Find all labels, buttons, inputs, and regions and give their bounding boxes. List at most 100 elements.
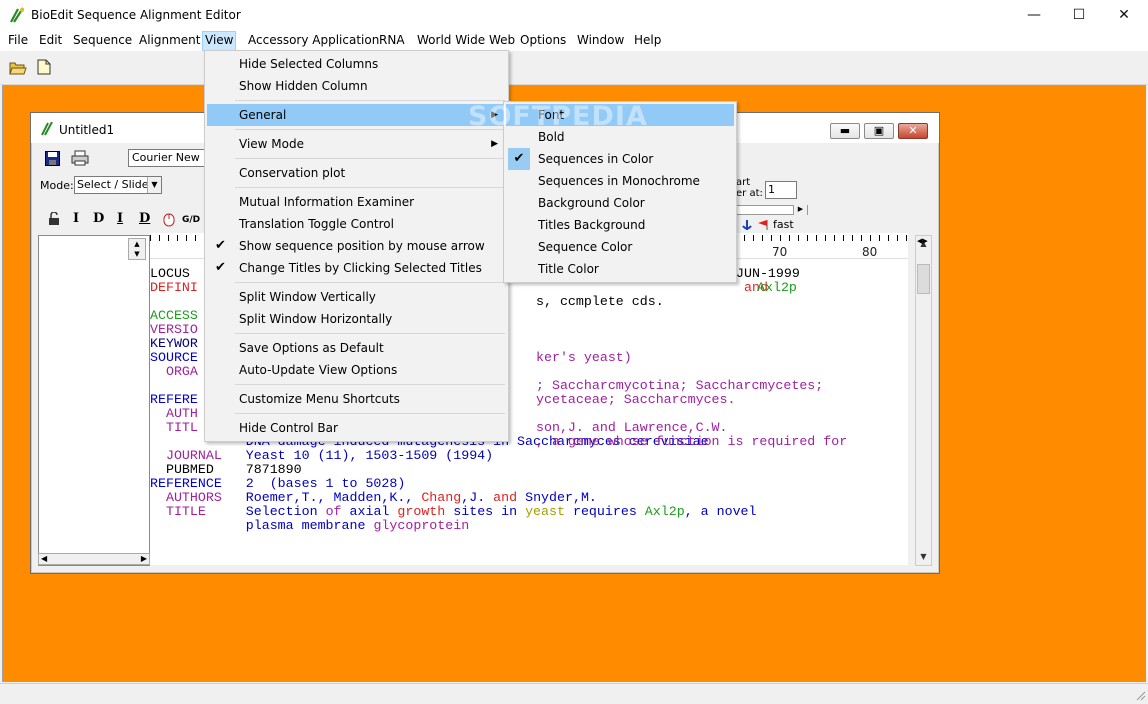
- sequence-line: JOURNAL Yeast 10 (11), 1503-1509 (1994): [150, 449, 493, 463]
- save-icon[interactable]: [45, 151, 60, 169]
- sequence-text-segment: 7871890: [245, 462, 302, 477]
- horizontal-split-arrows[interactable]: ◀▶: [917, 237, 928, 245]
- menu-edit[interactable]: Edit: [37, 31, 64, 51]
- menu-separator: [235, 282, 505, 283]
- menu-rna[interactable]: RNA: [377, 31, 407, 51]
- menu-item-label: Customize Menu Shortcuts: [239, 392, 400, 406]
- start-number-input[interactable]: 1: [765, 181, 797, 199]
- menu-item-label: Sequences in Color: [538, 152, 654, 166]
- view-menu-item-split-window-vertically[interactable]: Split Window Vertically: [207, 286, 506, 308]
- close-button[interactable]: ✕: [1101, 0, 1147, 31]
- maximize-button[interactable]: ☐: [1056, 0, 1102, 31]
- view-menu-item-hide-selected-columns[interactable]: Hide Selected Columns: [207, 53, 506, 75]
- speed-right-arrow[interactable]: ▶: [793, 205, 807, 215]
- menu-window[interactable]: Window: [575, 31, 626, 51]
- minimize-button[interactable]: —: [1011, 0, 1057, 31]
- bioedit-app-icon: [9, 7, 27, 26]
- view-menu-item-customize-menu-shortcuts[interactable]: Customize Menu Shortcuts: [207, 388, 506, 410]
- sequence-text-segment: TITL: [150, 420, 198, 435]
- general-menu-item-sequence-color[interactable]: Sequence Color: [506, 236, 734, 258]
- menu-item-label: Show sequence position by mouse arrow: [239, 239, 485, 253]
- resize-grip-icon[interactable]: [1134, 689, 1146, 701]
- general-menu-item-sequences-in-monochrome[interactable]: Sequences in Monochrome: [506, 170, 734, 192]
- menu-item-label: Bold: [538, 130, 565, 144]
- sequence-text-fragment: JUN-1999: [736, 266, 800, 281]
- anchor-icon[interactable]: [742, 219, 752, 234]
- sequence-text-segment: Yeast 10 (11), 1503-1509 (1994): [245, 448, 494, 463]
- lock-icon[interactable]: [48, 211, 60, 229]
- menu-file[interactable]: File: [6, 31, 30, 51]
- view-menu-item-auto-update-view-options[interactable]: Auto-Update View Options: [207, 359, 506, 381]
- document-close-button[interactable]: ✕: [898, 123, 928, 139]
- menu-item-label: Hide Control Bar: [239, 421, 338, 435]
- general-menu-item-background-color[interactable]: Background Color: [506, 192, 734, 214]
- view-menu-item-show-sequence-position-by-mouse-arrow[interactable]: ✔ Show sequence position by mouse arrow: [207, 235, 506, 257]
- general-menu-item-sequences-in-color[interactable]: ✔ Sequences in Color: [506, 148, 734, 170]
- view-menu-item-save-options-as-default[interactable]: Save Options as Default: [207, 337, 506, 359]
- new-document-icon[interactable]: [37, 59, 51, 78]
- view-menu-item-general[interactable]: General ▶: [207, 104, 506, 126]
- print-icon[interactable]: [71, 150, 89, 169]
- menu-alignment[interactable]: Alignment: [137, 31, 202, 51]
- view-menu-item-conservation-plot[interactable]: Conservation plot: [207, 162, 506, 184]
- menu-accessory-application[interactable]: Accessory Application: [246, 31, 381, 51]
- menu-help[interactable]: Help: [632, 31, 663, 51]
- sequence-text-segment: ORGA: [150, 364, 198, 379]
- sequence-text-segment: PUBMED: [150, 462, 246, 477]
- sequence-text-segment: SOURCE: [150, 350, 198, 365]
- sequence-text-segment: plasma membrane: [150, 518, 374, 533]
- sequence-text-fragment: ; Saccharcmycotina; Saccharcmycetes;: [536, 378, 824, 393]
- view-menu-item-hide-control-bar[interactable]: Hide Control Bar: [207, 417, 506, 439]
- general-menu-item-title-color[interactable]: Title Color: [506, 258, 734, 280]
- sequence-text-segment: REFERE: [150, 392, 198, 407]
- view-menu-item-mutual-information-examiner[interactable]: Mutual Information Examiner: [207, 191, 506, 213]
- menu-item-label: View Mode: [239, 137, 304, 151]
- insert-underline-button[interactable]: I: [117, 211, 123, 226]
- vertical-scrollbar[interactable]: ▲ ▼: [915, 235, 932, 566]
- sequence-line: ACCESS: [150, 309, 198, 323]
- menu-options[interactable]: Options: [518, 31, 568, 51]
- scroll-thumb[interactable]: [917, 264, 930, 294]
- view-menu-item-show-hidden-column[interactable]: Show Hidden Column: [207, 75, 506, 97]
- gap-delete-button[interactable]: G/D: [182, 215, 200, 225]
- menu-separator: [235, 158, 505, 159]
- view-menu-item-view-mode[interactable]: View Mode ▶: [207, 133, 506, 155]
- flag-icon[interactable]: [757, 219, 769, 234]
- title-horizontal-scrollbar[interactable]: ◀ ▶: [38, 553, 150, 565]
- menu-item-label: Translation Toggle Control: [239, 217, 394, 231]
- document-minimize-button[interactable]: ▬: [830, 123, 860, 139]
- delete-mode-button[interactable]: D: [93, 211, 104, 226]
- watermark-text: SOFTPEDIA: [468, 101, 648, 132]
- menu-sequence[interactable]: Sequence: [71, 31, 134, 51]
- document-restore-button[interactable]: ▣: [864, 123, 894, 139]
- sequence-line: AUTH: [150, 407, 198, 421]
- checkmark-icon: ✔: [508, 148, 530, 170]
- menu-separator: [235, 187, 505, 188]
- sequence-text-segment: ,J.: [461, 490, 494, 505]
- checkmark-icon: ✔: [215, 238, 226, 253]
- mouse-icon[interactable]: [163, 212, 175, 230]
- sequence-text-segment: requires: [564, 504, 645, 519]
- scroll-down-arrow[interactable]: ▼: [916, 549, 931, 565]
- menu-world-wide-web[interactable]: World Wide Web: [415, 31, 517, 51]
- menu-view[interactable]: View: [202, 31, 237, 51]
- sequence-text-segment: Selection: [245, 504, 326, 519]
- sequence-text-segment: REFERENCE: [150, 476, 246, 491]
- title-spin-buttons[interactable]: ▲ ▼: [128, 238, 146, 260]
- mode-select[interactable]: Select / Slide ▼: [74, 176, 162, 194]
- chevron-right-icon: ▶: [491, 139, 498, 149]
- menu-item-label: General: [239, 108, 287, 122]
- delete-underline-button[interactable]: D: [139, 211, 150, 226]
- view-menu-item-change-titles-by-clicking-selected-titles[interactable]: ✔ Change Titles by Clicking Selected Titl…: [207, 257, 506, 279]
- insert-mode-button[interactable]: I: [73, 211, 79, 226]
- menu-item-label: Mutual Information Examiner: [239, 195, 415, 209]
- sequence-text-segment: AUTH: [150, 406, 198, 421]
- view-menu-item-translation-toggle-control[interactable]: Translation Toggle Control: [207, 213, 506, 235]
- sequence-title-list[interactable]: [38, 235, 150, 566]
- general-menu-item-titles-background[interactable]: Titles Background: [506, 214, 734, 236]
- open-folder-icon[interactable]: [9, 60, 27, 78]
- view-menu-item-split-window-horizontally[interactable]: Split Window Horizontally: [207, 308, 506, 330]
- menu-separator: [235, 413, 505, 414]
- view-menu: Hide Selected Columns Show Hidden Column G…: [204, 50, 509, 442]
- app-title: BioEdit Sequence Alignment Editor: [31, 8, 241, 22]
